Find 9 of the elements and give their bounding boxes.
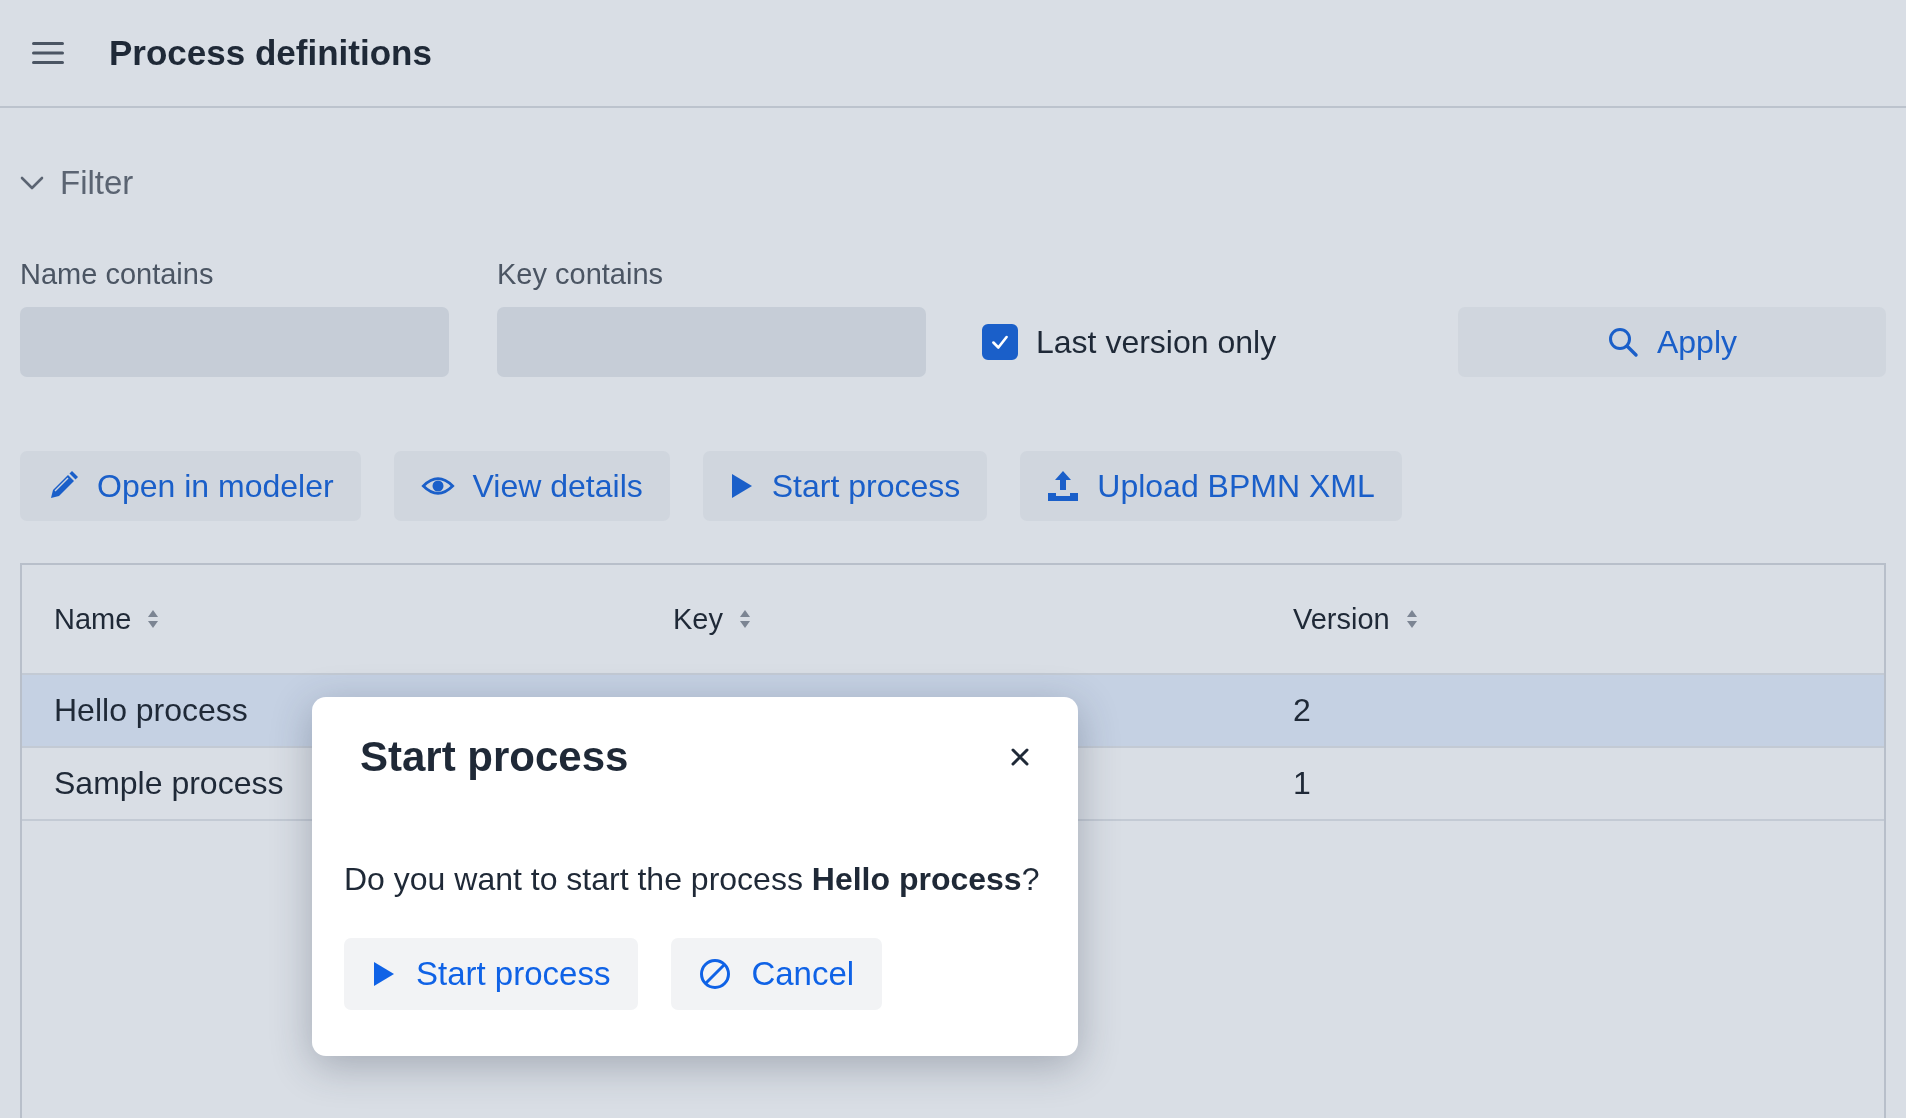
table-cell: Hello process xyxy=(54,692,248,729)
page-title: Process definitions xyxy=(109,33,432,73)
field-label: Name contains xyxy=(20,258,215,291)
table-cell: Sample process xyxy=(54,765,284,802)
table-cell: 1 xyxy=(1293,765,1311,802)
field-label: Key contains xyxy=(497,258,665,291)
dialog-title: Start process xyxy=(360,733,629,781)
dialog-message: Do you want to start the process Hello process? xyxy=(344,861,1041,898)
table-cell: 2 xyxy=(1293,692,1311,729)
